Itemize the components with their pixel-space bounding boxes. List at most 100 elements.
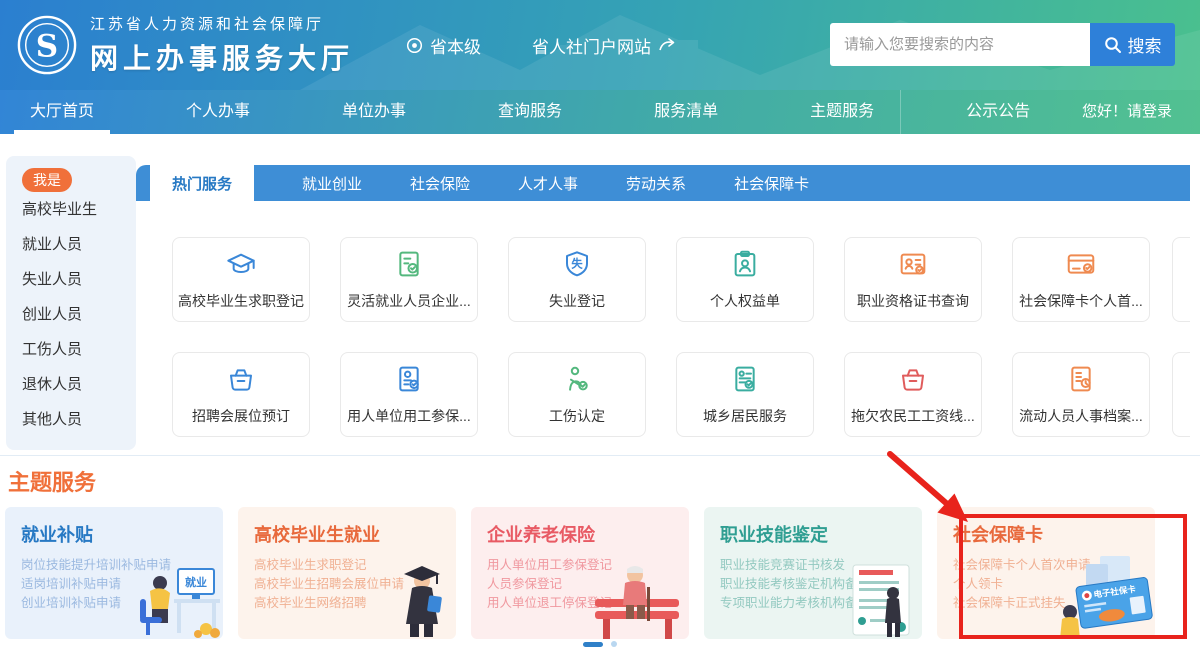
clipboard-person-icon	[729, 248, 761, 285]
svg-text:失: 失	[571, 257, 583, 271]
search-button-label: 搜索	[1128, 32, 1162, 57]
theme-card-link[interactable]: 社会保障卡正式挂失	[953, 594, 1155, 613]
external-link-icon	[658, 37, 676, 53]
theme-card-link[interactable]: 岗位技能提升培训补贴申请	[21, 556, 223, 575]
search-bar: 搜索	[830, 23, 1175, 66]
theme-card-link[interactable]: 个人领卡	[953, 575, 1155, 594]
theme-card-link[interactable]: 用人单位用工参保登记	[487, 556, 689, 575]
nav-item-query[interactable]: 查询服务	[498, 90, 562, 134]
theme-card-skill-appraisal[interactable]: 职业技能鉴定 职业技能竞赛证书核发 职业技能考核鉴定机构备案 专项职业能力考核机…	[704, 507, 922, 639]
active-nav-underline	[14, 130, 110, 134]
portal-link[interactable]: 省人社门户网站	[532, 0, 676, 90]
service-card-resident-service[interactable]: 城乡居民服务	[676, 352, 814, 437]
service-card-rights-statement[interactable]: 个人权益单	[676, 237, 814, 322]
tab-talent[interactable]: 人才人事	[518, 173, 578, 194]
certificate-card-icon	[897, 248, 929, 285]
service-label: 社会保障卡个人首...	[1019, 291, 1143, 311]
service-card-wage-arrears[interactable]: 拖欠农民工工资线...	[844, 352, 982, 437]
nav-item-announcements[interactable]: 公示公告	[966, 90, 1030, 134]
injury-person-icon	[561, 363, 593, 400]
search-icon	[1104, 36, 1122, 54]
sidebar-item-others[interactable]: 其他人员	[22, 403, 136, 437]
pagination-dot[interactable]	[611, 641, 617, 647]
nav-item-theme-services[interactable]: 主题服务	[810, 90, 874, 134]
location-icon	[406, 37, 423, 54]
theme-section-title: 主题服务	[8, 465, 96, 497]
nav-item-label: 公示公告	[966, 103, 1030, 120]
service-label: 用人单位用工参保...	[347, 406, 471, 426]
service-card-injury-determination[interactable]: 工伤认定	[508, 352, 646, 437]
nav-item-home[interactable]: 大厅首页	[30, 90, 94, 134]
region-selector[interactable]: 省本级	[406, 0, 481, 90]
theme-card-employment-subsidy[interactable]: 就业补贴 岗位技能提升培训补贴申请 适岗培训补贴申请 创业培训补贴申请 就业	[5, 507, 223, 639]
sidebar-item-employed[interactable]: 就业人员	[22, 228, 136, 262]
tab-social-card[interactable]: 社会保障卡	[734, 173, 809, 194]
pagination-dot-active[interactable]	[583, 642, 603, 647]
nav-item-employer[interactable]: 单位办事	[342, 90, 406, 134]
graduation-cap-icon	[225, 248, 257, 285]
theme-card-link[interactable]: 职业技能竞赛证书核发	[720, 556, 922, 575]
tab-social-insurance[interactable]: 社会保险	[410, 173, 470, 194]
theme-card-link[interactable]: 职业技能考核鉴定机构备案	[720, 575, 922, 594]
theme-card-link[interactable]: 高校毕业生网络招聘	[254, 594, 456, 613]
theme-card-title: 企业养老保险	[487, 521, 689, 547]
employer-id-doc-icon	[393, 363, 425, 400]
search-button[interactable]: 搜索	[1090, 23, 1175, 66]
theme-card-link[interactable]: 人员参保登记	[487, 575, 689, 594]
theme-card-link[interactable]: 社会保障卡个人首次申请	[953, 556, 1155, 575]
nav-item-service-list[interactable]: 服务清单	[654, 90, 718, 134]
search-input[interactable]	[830, 23, 1090, 66]
carousel-pagination	[583, 641, 617, 647]
service-card-certificate-query[interactable]: 职业资格证书查询	[844, 237, 982, 322]
service-card-flexible-employment[interactable]: 灵活就业人员企业...	[340, 237, 478, 322]
personnel-archive-icon	[1065, 363, 1097, 400]
service-label: 高校毕业生求职登记	[178, 291, 304, 311]
sidebar-item-injured[interactable]: 工伤人员	[22, 333, 136, 367]
tab-labor-relations[interactable]: 劳动关系	[626, 173, 686, 194]
identity-sidebar: 我是 高校毕业生 就业人员 失业人员 创业人员 工伤人员 退休人员 其他人员	[6, 156, 136, 450]
theme-card-link[interactable]: 专项职业能力考核机构备案	[720, 594, 922, 613]
service-card-unemployment-registration[interactable]: 失 失业登记	[508, 237, 646, 322]
tab-hot-services[interactable]: 热门服务	[150, 165, 254, 201]
portal-label: 省人社门户网站	[532, 33, 651, 58]
sidebar-item-graduates[interactable]: 高校毕业生	[22, 193, 136, 227]
service-card-social-card-apply[interactable]: 社会保障卡个人首...	[1012, 237, 1150, 322]
theme-card-social-security-card[interactable]: 社会保障卡 社会保障卡个人首次申请 个人领卡 社会保障卡正式挂失 电子社保卡	[937, 507, 1155, 639]
service-label: 工伤认定	[549, 406, 605, 426]
theme-card-link[interactable]: 用人单位退工停保登记	[487, 594, 689, 613]
theme-card-link[interactable]: 创业培训补贴申请	[21, 594, 223, 613]
unemployment-shield-icon: 失	[561, 248, 593, 285]
service-label: 流动人员人事档案...	[1019, 406, 1143, 426]
document-check-icon	[393, 248, 425, 285]
theme-card-link[interactable]: 高校毕业生求职登记	[254, 556, 456, 575]
theme-card-enterprise-pension[interactable]: 企业养老保险 用人单位用工参保登记 人员参保登记 用人单位退工停保登记	[471, 507, 689, 639]
nav-item-label: 单位办事	[342, 103, 406, 120]
nav-item-label: 大厅首页	[30, 103, 94, 120]
header: S 江苏省人力资源和社会保障厅 网上办事服务大厅 省本级 省人社门户网站 搜索	[0, 0, 1200, 90]
theme-card-link[interactable]: 高校毕业生招聘会展位申请	[254, 575, 456, 594]
service-card-job-registration[interactable]: 高校毕业生求职登记	[172, 237, 310, 322]
nav-item-label: 服务清单	[654, 103, 718, 120]
sidebar-item-unemployed[interactable]: 失业人员	[22, 263, 136, 297]
page-title: 网上办事服务大厅	[90, 37, 354, 77]
org-title: 江苏省人力资源和社会保障厅	[90, 13, 354, 34]
theme-card-graduate-employment[interactable]: 高校毕业生就业 高校毕业生求职登记 高校毕业生招聘会展位申请 高校毕业生网络招聘	[238, 507, 456, 639]
theme-card-link[interactable]: 适岗培训补贴申请	[21, 575, 223, 594]
partial-next-card	[1172, 352, 1190, 437]
service-card-booth-booking[interactable]: 招聘会展位预订	[172, 352, 310, 437]
service-label: 城乡居民服务	[703, 406, 787, 426]
service-card-employer-insurance[interactable]: 用人单位用工参保...	[340, 352, 478, 437]
service-label: 失业登记	[549, 291, 605, 311]
nav-item-label: 主题服务	[810, 103, 874, 120]
sidebar-item-retired[interactable]: 退休人员	[22, 368, 136, 402]
services-panel: 热门服务 就业创业 社会保险 人才人事 劳动关系 社会保障卡 高校毕业生求职登记…	[136, 165, 1190, 455]
service-label: 职业资格证书查询	[857, 291, 969, 311]
service-card-personnel-archive[interactable]: 流动人员人事档案...	[1012, 352, 1150, 437]
nav-item-personal[interactable]: 个人办事	[186, 90, 250, 134]
tab-employment[interactable]: 就业创业	[302, 173, 362, 194]
site-titles: 江苏省人力资源和社会保障厅 网上办事服务大厅	[90, 13, 354, 77]
sidebar-item-entrepreneurs[interactable]: 创业人员	[22, 298, 136, 332]
wage-arrears-box-icon	[897, 363, 929, 400]
section-divider	[0, 455, 1200, 456]
login-link[interactable]: 您好！请登录	[1082, 90, 1172, 134]
